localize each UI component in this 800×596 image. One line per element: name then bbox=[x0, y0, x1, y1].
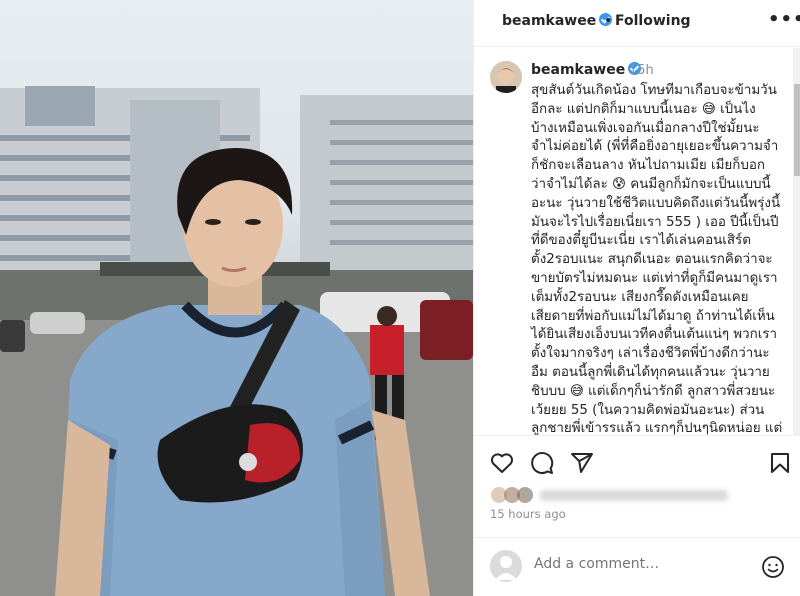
post-time-ago: 15 hours ago bbox=[490, 507, 566, 521]
caption-line: เว้ยยย 55 (ในความคิดพ่อมันอะนะ) ส่วน bbox=[531, 402, 765, 418]
caption-avatar[interactable] bbox=[490, 61, 522, 93]
liker-avatars bbox=[491, 487, 533, 503]
caption-line: ลูกชายพี่เข้ารรแล้ว แรกๆก็ปนๆนิดหน่อย แต… bbox=[531, 421, 783, 436]
caption-line: ขายบัตรไม่หมดนะ แต่เท่าที่ดูก็มีคนมาดูเร… bbox=[531, 270, 778, 286]
comment-bar bbox=[474, 537, 800, 596]
caption-line: ได้ยินเสียงเอ็งบนเวทีคงตื่นเต้นแน่ๆ พวกเ… bbox=[531, 327, 778, 343]
following-button[interactable]: Following bbox=[615, 13, 691, 29]
viewer-avatar bbox=[490, 550, 522, 582]
likes-summary[interactable] bbox=[490, 486, 730, 504]
caption-text: สุขสันต์วันเกิดน้อง โทษทีมาเกือบจะข้ามวั… bbox=[531, 82, 784, 436]
avatar-image bbox=[490, 61, 522, 93]
emoji-icon[interactable] bbox=[761, 555, 785, 579]
caption-line: บ้างเหมือนเพิ่งเจอกันเมื่อกลางปีใช่มั้ยน… bbox=[531, 120, 760, 136]
header-username[interactable]: beamkawee bbox=[502, 13, 613, 29]
separator-dot: • bbox=[604, 13, 613, 29]
post-photo bbox=[0, 0, 473, 596]
caption-scrollbar[interactable] bbox=[793, 48, 800, 435]
caption-line: เสียดายที่พ่อกับแม่ไม่ได้มาดู ถ้าท่านได้… bbox=[531, 308, 775, 324]
caption-line: มันจะไรไปเรื่อยเนี่ยเรา 555 ) เออ ปีนี้เ… bbox=[531, 214, 779, 230]
post-header: beamkawee • Following ••• bbox=[474, 0, 800, 47]
caption-line: ตั้งใจมากจริงๆ เล่าเรื่องชีวิตพี่บ้างดีก… bbox=[531, 346, 770, 362]
likes-text[interactable] bbox=[540, 490, 728, 501]
caption-line: ตั้ง2รอบแนะ สนุกดีเนอะ ตอนแรกคิดว่าจะ bbox=[531, 252, 773, 268]
caption-line: อืม ตอนนี้ลูกพี่เดินได้ทุกคนแล้วนะ วุ่นว… bbox=[531, 364, 770, 380]
bookmark-icon[interactable] bbox=[770, 452, 790, 474]
caption-line: ว่าจำไม่ได้ละ 😰 คนมีลูกก็มักจะเป็นแบบนี้ bbox=[531, 176, 771, 192]
post-side-panel: beamkawee • Following ••• beamkawee 15h … bbox=[473, 0, 800, 596]
caption-line: ชิบบบ 😅 แต่เด็กๆก็น่ารักดี ลูกสาวพี่สวยน… bbox=[531, 383, 776, 399]
caption-username-text[interactable]: beamkawee bbox=[531, 62, 625, 78]
caption-line: อะนะ วุ่นวายใช้ชีวิตแบบคิดถึงแต่วันนี้พร… bbox=[531, 195, 781, 211]
caption-line: เต็มทั้ง2รอบนะ เสียงกรี๊ดดังเหมือนเคย bbox=[531, 289, 749, 305]
share-icon[interactable] bbox=[570, 451, 594, 475]
photo-illustration bbox=[0, 86, 473, 596]
heart-icon[interactable] bbox=[490, 452, 514, 474]
header-username-text[interactable]: beamkawee bbox=[502, 13, 596, 29]
caption-line: ที่ดีของตี๋ยูบีนะเนี่ย เราได้เล่นคอนเสิร… bbox=[531, 233, 751, 249]
comment-icon[interactable] bbox=[530, 451, 554, 475]
caption-line: จำไม่ค่อยได้ (พี่ที่คือยิ่งอายุเยอะขึ้นค… bbox=[531, 139, 779, 155]
default-avatar-icon bbox=[490, 550, 522, 582]
caption-line: ก็ชักจะเลือนลาง หันไปถามเมีย เมียก็บอก bbox=[531, 158, 766, 174]
comment-input[interactable] bbox=[534, 556, 734, 572]
caption-username[interactable]: beamkawee bbox=[531, 62, 642, 78]
more-options-icon[interactable]: ••• bbox=[768, 9, 800, 30]
caption-area[interactable]: beamkawee 15h สุขสันต์วันเกิดน้อง โทษทีม… bbox=[474, 48, 800, 436]
scrollbar-thumb[interactable] bbox=[794, 84, 800, 176]
action-bar bbox=[474, 437, 800, 487]
caption-line: อีกละ แต่ปกติก็มาแบบนี้เนอะ 😅 เป็นไง bbox=[531, 101, 756, 117]
caption-line: สุขสันต์วันเกิดน้อง โทษทีมาเกือบจะข้ามวั… bbox=[531, 83, 777, 98]
caption-time[interactable]: 15h bbox=[629, 63, 654, 78]
